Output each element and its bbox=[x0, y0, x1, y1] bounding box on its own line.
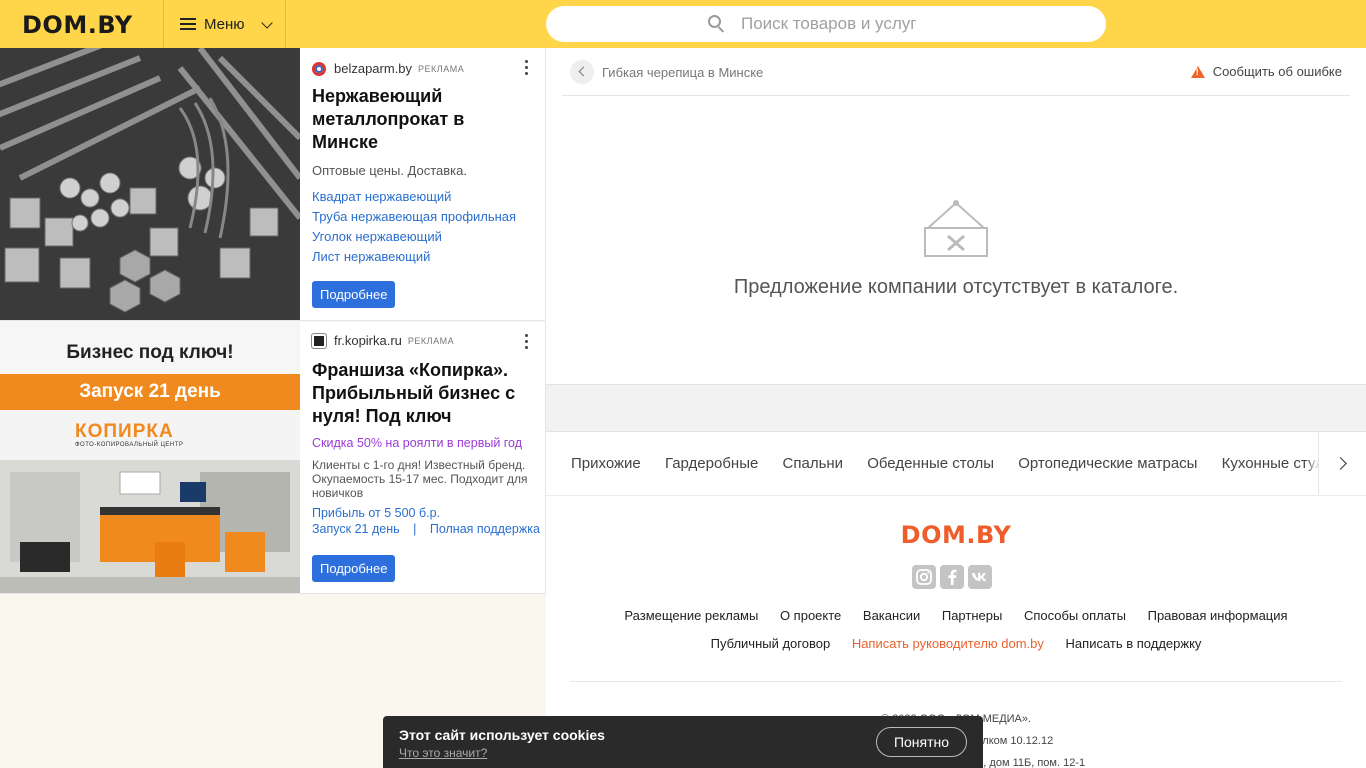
ad-link[interactable]: Прибыль от 5 500 б.р. bbox=[312, 506, 533, 520]
breadcrumb: Гибкая черепица в Минске bbox=[570, 60, 763, 84]
cookie-accept-button[interactable]: Понятно bbox=[876, 727, 967, 757]
ad-image-kopirka[interactable]: Бизнес под ключ! Запуск 21 день КОПИРКА … bbox=[0, 322, 300, 593]
category-list: Прихожие Гардеробные Спальни Обеденные с… bbox=[571, 455, 1360, 472]
vk-icon[interactable] bbox=[968, 565, 992, 589]
favicon-icon bbox=[312, 333, 326, 348]
ad-link[interactable]: Уголок нержавеющий bbox=[312, 227, 533, 247]
ad-content: fr.kopirka.ru РЕКЛАМА Франшиза «Копирка»… bbox=[312, 322, 540, 536]
ad-source-domain: fr.kopirka.ru bbox=[334, 333, 402, 348]
banner-headline: Бизнес под ключ! bbox=[66, 342, 234, 363]
footer-links-row: Размещение рекламы О проекте Вакансии Па… bbox=[546, 608, 1366, 623]
ad-source[interactable]: belzaparm.by РЕКЛАМА bbox=[312, 61, 533, 76]
ad-text: Клиенты с 1-го дня! Известный бренд. Оку… bbox=[312, 458, 528, 500]
back-arrow-icon[interactable] bbox=[570, 60, 594, 84]
category-item[interactable]: Спальни bbox=[783, 455, 844, 472]
ad-details-button[interactable]: Подробнее bbox=[312, 281, 396, 308]
ad-block[interactable]: Бизнес под ключ! Запуск 21 день КОПИРКА … bbox=[0, 322, 546, 594]
ad-tag: РЕКЛАМА bbox=[407, 335, 455, 346]
cookie-title: Этот сайт использует cookies bbox=[399, 727, 605, 743]
category-item[interactable]: Гардеробные bbox=[665, 455, 758, 472]
divider bbox=[562, 95, 1350, 96]
ad-tag: РЕКЛАМА bbox=[418, 63, 465, 74]
footer-links-row: Публичный договор Написать руководителю … bbox=[546, 636, 1366, 651]
footer-link[interactable]: Способы оплаты bbox=[1024, 608, 1126, 623]
report-error-link[interactable]: Сообщить об ошибке bbox=[1190, 64, 1342, 79]
menu-label: Меню bbox=[204, 15, 245, 33]
ads-column: belzaparm.by РЕКЛАМА Нержавеющий металло… bbox=[0, 48, 546, 768]
footer-link[interactable]: Размещение рекламы bbox=[624, 608, 758, 623]
menu-button[interactable]: Меню bbox=[163, 0, 286, 48]
footer-link[interactable]: О проекте bbox=[780, 608, 841, 623]
ad-title[interactable]: Франшиза «Копирка». Прибыльный бизнес с … bbox=[312, 359, 533, 428]
ad-source[interactable]: fr.kopirka.ru РЕКЛАМА bbox=[312, 333, 533, 348]
gray-band bbox=[546, 384, 1366, 432]
ad-promo[interactable]: Скидка 50% на роялти в первый год bbox=[312, 436, 533, 450]
report-error-label: Сообщить об ошибке bbox=[1212, 64, 1342, 79]
banner-subheadline: Запуск 21 день bbox=[79, 381, 221, 402]
hamburger-icon bbox=[180, 18, 196, 30]
category-item[interactable]: Прихожие bbox=[571, 455, 641, 472]
search-input[interactable] bbox=[741, 14, 941, 34]
banner-brand-sub: ФОТО-КОПИРОВАЛЬНЫЙ ЦЕНТР bbox=[75, 442, 184, 448]
category-carousel: Прихожие Гардеробные Спальни Обеденные с… bbox=[546, 432, 1366, 496]
footer-link[interactable]: Партнеры bbox=[942, 608, 1002, 623]
social-links bbox=[912, 565, 996, 589]
more-options-icon[interactable] bbox=[525, 334, 529, 350]
favicon-icon bbox=[312, 61, 326, 76]
footer-link-ceo[interactable]: Написать руководителю dom.by bbox=[852, 636, 1044, 651]
footer-link[interactable]: Публичный договор bbox=[711, 636, 831, 651]
ad-links: Квадрат нержавеющий Труба нержавеющая пр… bbox=[312, 187, 533, 267]
category-item[interactable]: Обеденные столы bbox=[867, 455, 994, 472]
cookie-info-link[interactable]: Что это значит? bbox=[399, 746, 487, 760]
footer-logo[interactable]: DOM.BY bbox=[546, 521, 1366, 549]
facebook-icon[interactable] bbox=[940, 565, 964, 589]
more-options-icon[interactable] bbox=[525, 60, 529, 76]
header: DOM.BY Меню bbox=[0, 0, 1366, 48]
category-item[interactable]: Ортопедические матрасы bbox=[1018, 455, 1197, 472]
footer-link[interactable]: Написать в поддержку bbox=[1066, 636, 1202, 651]
ad-title[interactable]: Нержавеющий металлопрокат в Минске bbox=[312, 85, 533, 154]
cookie-banner: Этот сайт использует cookies Что это зна… bbox=[383, 716, 983, 768]
ad-content: belzaparm.by РЕКЛАМА Нержавеющий металло… bbox=[312, 48, 533, 267]
carousel-next-button[interactable] bbox=[1318, 432, 1366, 495]
ad-link[interactable]: Квадрат нержавеющий bbox=[312, 187, 533, 207]
divider bbox=[570, 681, 1342, 682]
ad-links-row: Запуск 21 день | Полная поддержка bbox=[312, 522, 540, 536]
search-box[interactable] bbox=[546, 6, 1106, 42]
ad-source-domain: belzaparm.by bbox=[334, 61, 413, 76]
chevron-down-icon bbox=[261, 17, 273, 29]
ad-block[interactable]: belzaparm.by РЕКЛАМА Нержавеющий металло… bbox=[0, 48, 546, 321]
instagram-icon[interactable] bbox=[912, 565, 936, 589]
empty-sign-icon bbox=[922, 198, 990, 265]
ad-links-separator: | bbox=[413, 522, 417, 536]
site-logo[interactable]: DOM.BY bbox=[22, 11, 133, 39]
search-icon bbox=[707, 14, 727, 34]
breadcrumb-item[interactable]: Гибкая черепица в Минске bbox=[602, 65, 763, 80]
ad-link[interactable]: Лист нержавеющий bbox=[312, 247, 533, 267]
ad-image-metal[interactable] bbox=[0, 48, 300, 320]
banner-brand: КОПИРКА bbox=[75, 421, 174, 442]
warning-icon bbox=[1190, 65, 1205, 78]
ad-text: Оптовые цены. Доставка. bbox=[312, 163, 467, 178]
ad-link[interactable]: Запуск 21 день bbox=[312, 522, 400, 536]
ad-details-button[interactable]: Подробнее bbox=[312, 555, 396, 582]
ad-link[interactable]: Полная поддержка bbox=[430, 522, 540, 536]
footer-link[interactable]: Правовая информация bbox=[1148, 608, 1288, 623]
ad-link[interactable]: Труба нержавеющая профильная bbox=[312, 207, 533, 227]
footer-link[interactable]: Вакансии bbox=[863, 608, 920, 623]
empty-message: Предложение компании отсутствует в катал… bbox=[733, 276, 1179, 298]
